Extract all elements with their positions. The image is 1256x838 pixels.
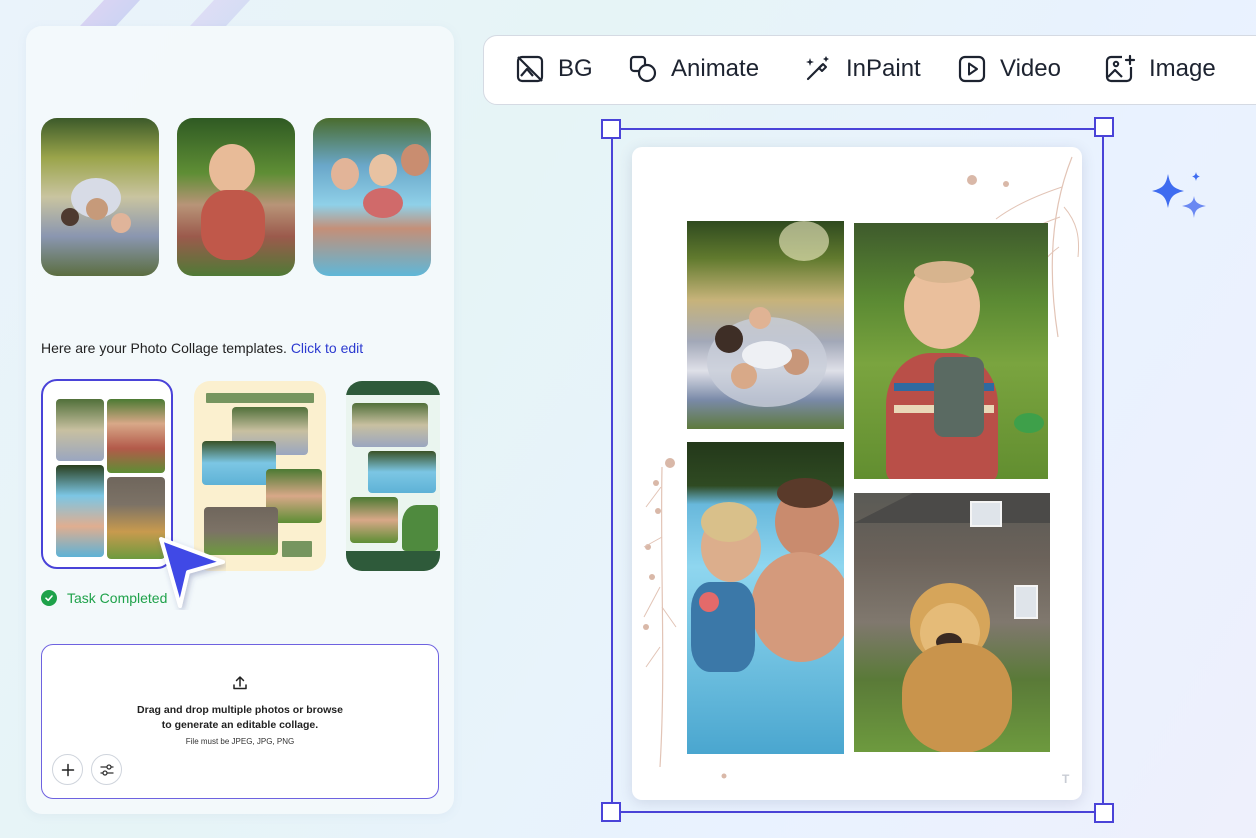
collage-photo-pool[interactable] (687, 442, 844, 754)
collage-photo-family-picnic[interactable] (687, 221, 844, 429)
upload-line-2: to generate an editable collage. (161, 719, 319, 731)
uploaded-photos (41, 118, 431, 276)
inpaint-tool-label: InPaint (846, 55, 921, 82)
pointer-cursor-icon (159, 537, 225, 608)
upload-file-types: File must be JPEG, JPG, PNG (185, 737, 295, 746)
animate-icon (629, 55, 657, 83)
sliders-icon (99, 763, 114, 776)
svg-text:T: T (1062, 772, 1070, 786)
collage-photo-toddler[interactable] (854, 223, 1048, 479)
upload-icon (233, 676, 247, 690)
collage-photo-dog[interactable] (854, 493, 1050, 752)
image-tool-label: Image (1149, 55, 1216, 82)
click-to-edit-link[interactable]: Click to edit (291, 340, 363, 356)
uploaded-photo-family-picnic[interactable] (41, 118, 159, 276)
bg-tool-button[interactable]: BG (515, 54, 593, 84)
remove-background-icon (516, 55, 544, 83)
check-circle-icon (41, 590, 57, 606)
animate-tool-button[interactable]: Animate (628, 54, 759, 84)
resize-handle-bottom-right[interactable] (1094, 803, 1114, 823)
chat-panel: Here are your Photo Collage templates. C… (26, 26, 454, 814)
collage-canvas[interactable]: T (632, 147, 1082, 800)
inpaint-tool-button[interactable]: InPaint (803, 54, 921, 84)
editing-toolbar: BG Animate InPaint Video Image (483, 35, 1256, 105)
decorative-shape (190, 0, 250, 26)
decorative-shape (80, 0, 140, 26)
upload-line-1: Drag and drop multiple photos or browse (137, 704, 343, 716)
templates-message-text: Here are your Photo Collage templates. (41, 340, 287, 356)
resize-handle-top-right[interactable] (1094, 117, 1114, 137)
image-tool-button[interactable]: Image (1104, 54, 1216, 84)
plus-icon (61, 763, 74, 776)
upload-instructions: Drag and drop multiple photos or browse … (42, 703, 438, 733)
video-tool-label: Video (1000, 55, 1061, 82)
image-add-icon (1105, 54, 1136, 83)
uploaded-photo-toddler[interactable] (177, 118, 295, 276)
templates-message: Here are your Photo Collage templates. C… (41, 340, 363, 356)
ai-sparkle-icon (1152, 172, 1206, 218)
resize-handle-top-left[interactable] (601, 119, 621, 139)
bg-tool-label: BG (558, 55, 593, 82)
settings-button[interactable] (91, 754, 122, 785)
add-button[interactable] (52, 754, 83, 785)
video-tool-button[interactable]: Video (957, 54, 1061, 84)
resize-handle-bottom-left[interactable] (601, 802, 621, 822)
animate-tool-label: Animate (671, 55, 760, 82)
collage-template-3[interactable] (346, 381, 440, 571)
magic-wand-icon (806, 56, 829, 81)
video-play-icon (958, 55, 986, 83)
uploaded-photo-pool[interactable] (313, 118, 431, 276)
upload-dropzone[interactable]: Drag and drop multiple photos or browse … (41, 644, 439, 799)
